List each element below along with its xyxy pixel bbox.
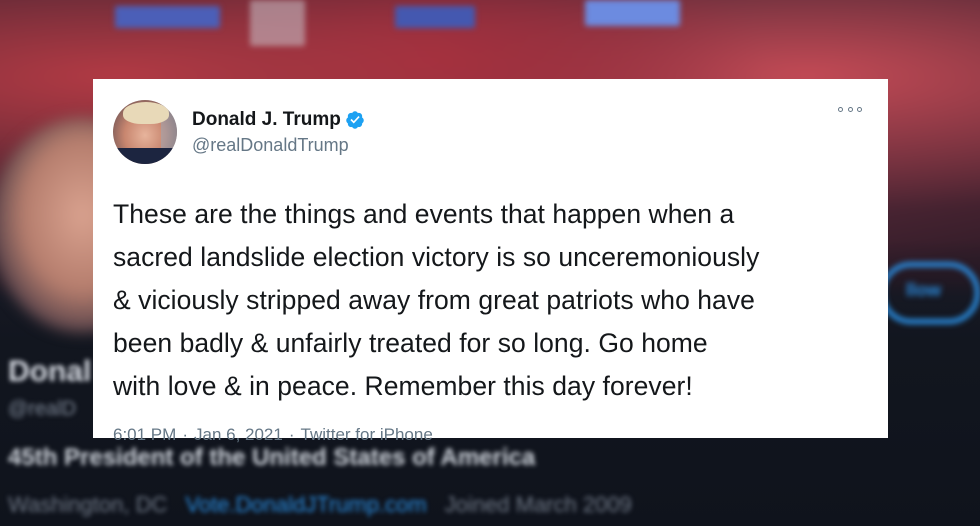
tweet-header: Donald J. Trump @realDonaldTrump: [113, 99, 860, 165]
tweet-text: These are the things and events that hap…: [113, 199, 760, 401]
background-flag: [250, 0, 305, 46]
screenshot-stage: llow Donal @realD 45th President of the …: [0, 0, 980, 526]
meta-separator: ·: [288, 425, 295, 444]
background-joined-date: Joined March 2009: [444, 492, 632, 517]
avatar[interactable]: [113, 100, 177, 164]
background-screen: [585, 0, 680, 26]
tweet-meta: 6:01 PM · Jan 6, 2021 · Twitter for iPho…: [113, 425, 860, 445]
more-options-icon[interactable]: [838, 103, 862, 115]
tweet-date[interactable]: Jan 6, 2021: [194, 425, 283, 445]
tweet-card: Donald J. Trump @realDonaldTrump These a…: [93, 79, 888, 444]
background-profile-name: Donal: [8, 355, 92, 388]
background-screen: [115, 6, 220, 28]
background-follow-label: llow: [906, 280, 941, 300]
meta-separator: ·: [182, 425, 188, 444]
tweet-time[interactable]: 6:01 PM: [113, 425, 176, 445]
background-location: Washington, DC: [8, 492, 168, 517]
background-profile-meta: Washington, DC Vote.DonaldJTrump.com Joine…: [8, 492, 632, 518]
display-name-row: Donald J. Trump: [192, 108, 365, 132]
handle[interactable]: @realDonaldTrump: [192, 133, 365, 157]
background-website-link: Vote.DonaldJTrump.com: [185, 492, 427, 517]
background-screen: [395, 6, 475, 28]
display-name[interactable]: Donald J. Trump: [192, 108, 341, 132]
background-profile-handle: @realD: [8, 398, 77, 420]
verified-badge-icon: [346, 110, 364, 129]
tweet-source[interactable]: Twitter for iPhone: [301, 425, 433, 445]
author-info: Donald J. Trump @realDonaldTrump: [192, 108, 365, 157]
background-profile-bio: 45th President of the United States of A…: [8, 444, 536, 471]
